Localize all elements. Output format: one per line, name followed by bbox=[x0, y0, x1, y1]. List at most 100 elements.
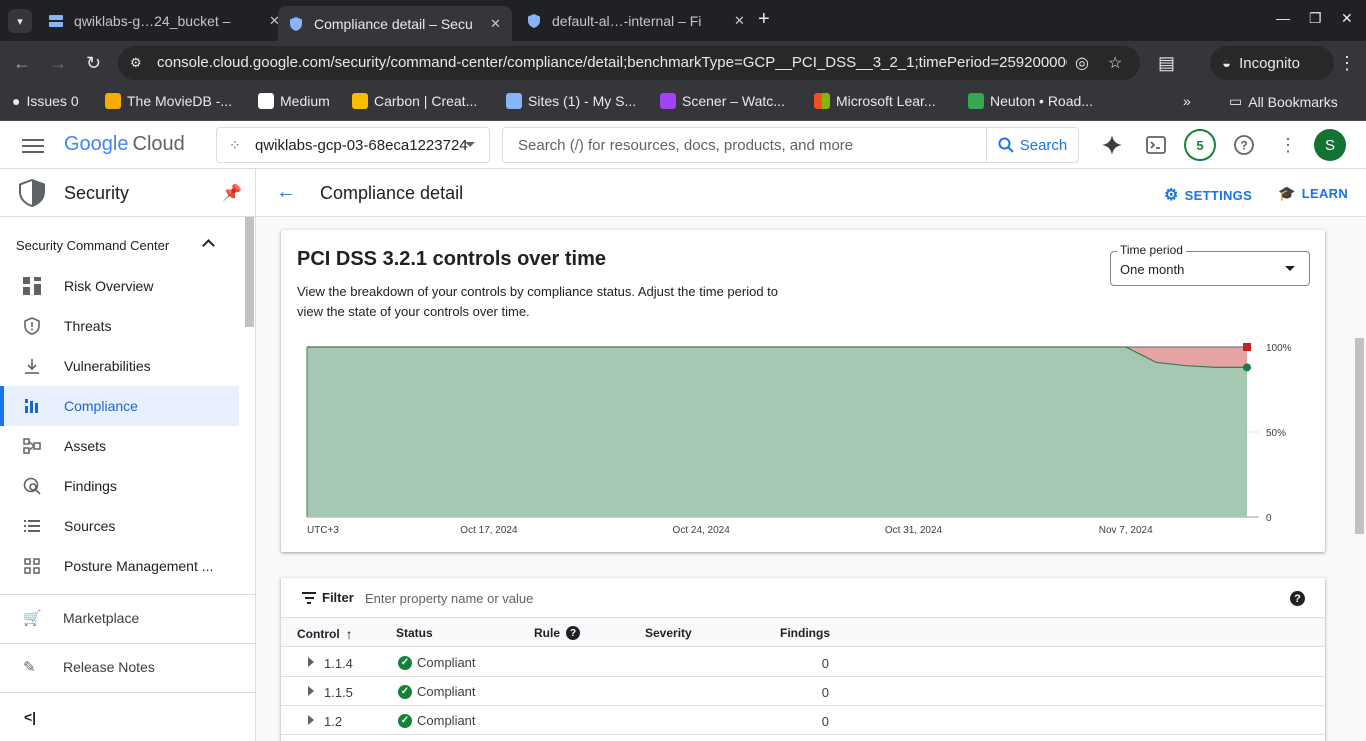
download-icon bbox=[23, 357, 41, 375]
project-icon: ⁘ bbox=[229, 136, 241, 153]
expand-arrow-icon[interactable] bbox=[308, 686, 314, 696]
compliance-area-chart[interactable]: 100% 50% 0 UTC+3 Oct 17, 2024 Oct 24, 2024 Oct… bbox=[281, 330, 1325, 552]
back-arrow-icon[interactable]: ← bbox=[276, 181, 296, 204]
security-shield-icon bbox=[19, 179, 45, 207]
sidebar-item-marketplace[interactable]: 🛒 Marketplace bbox=[0, 598, 255, 638]
table-row[interactable]: 1.1.5 ✓ Compliant 0 bbox=[281, 677, 1325, 706]
bookmark-item[interactable]: Medium bbox=[258, 93, 330, 109]
bookmark-item[interactable]: Neuton • Road... bbox=[968, 93, 1093, 109]
bookmark-item[interactable]: Microsoft Lear... bbox=[814, 93, 936, 109]
sidebar-title: Security bbox=[64, 183, 130, 203]
chevron-down-icon bbox=[465, 142, 475, 147]
column-label: Control bbox=[297, 627, 340, 641]
bookmark-item[interactable]: Sites (1) - My S... bbox=[506, 93, 636, 109]
chevron-up-icon[interactable] bbox=[202, 239, 215, 252]
sidebar-item-findings[interactable]: Findings bbox=[0, 466, 239, 506]
google-cloud-logo[interactable]: Google Cloud bbox=[64, 133, 185, 156]
table-row[interactable]: 1.1.4 ✓ Compliant 0 bbox=[281, 648, 1325, 677]
column-header-status[interactable]: Status bbox=[396, 626, 433, 640]
bookmark-item[interactable]: ● Issues 0 bbox=[12, 93, 79, 109]
help-icon[interactable]: ? bbox=[1232, 133, 1256, 157]
help-icon[interactable]: ? bbox=[566, 626, 581, 640]
findings-count: 0 bbox=[821, 685, 829, 700]
browser-menu-icon[interactable]: ⋮ bbox=[1338, 53, 1356, 74]
table-row[interactable]: 1.2 ✓ Compliant 0 bbox=[281, 706, 1325, 735]
settings-button[interactable]: ⚙ SETTINGS bbox=[1164, 185, 1252, 205]
column-header-rule[interactable]: Rule ? bbox=[534, 626, 581, 640]
menu-icon[interactable] bbox=[22, 135, 44, 155]
search-icon bbox=[998, 137, 1014, 153]
new-tab-icon[interactable]: + bbox=[758, 8, 770, 31]
bookmark-item[interactable]: Scener – Watc... bbox=[660, 93, 785, 109]
help-icon[interactable]: ? bbox=[1290, 591, 1305, 606]
sidebar-item-label: Compliance bbox=[64, 398, 138, 414]
sidebar-item-risk-overview[interactable]: Risk Overview bbox=[0, 266, 239, 306]
browser-tab-3[interactable]: default-al…-internal – Fi ✕ bbox=[516, 6, 755, 36]
close-tab-icon[interactable]: ✕ bbox=[734, 13, 745, 29]
notifications-badge[interactable]: 5 bbox=[1184, 129, 1216, 161]
sidebar-item-threats[interactable]: Threats bbox=[0, 306, 239, 346]
forward-icon[interactable]: → bbox=[49, 53, 67, 74]
folder-icon: ▭ bbox=[1229, 93, 1243, 109]
star-icon[interactable]: ☆ bbox=[1108, 53, 1122, 73]
bookmark-label: Issues 0 bbox=[26, 93, 79, 109]
sidebar-scrollbar[interactable] bbox=[245, 217, 254, 327]
project-selector[interactable]: ⁘ qwiklabs-gcp-03-68eca1223724 bbox=[216, 127, 490, 163]
back-icon[interactable]: ← bbox=[13, 53, 31, 74]
address-bar[interactable]: ⚙ console.cloud.google.com/security/comm… bbox=[118, 46, 1140, 80]
site-info-icon[interactable]: ⚙ bbox=[130, 55, 146, 71]
gemini-icon[interactable] bbox=[1100, 133, 1124, 157]
bookmarks-overflow-icon[interactable]: » bbox=[1183, 93, 1191, 109]
minimize-icon[interactable]: — bbox=[1276, 10, 1290, 26]
incognito-indicator[interactable]: ◒ Incognito bbox=[1210, 46, 1334, 80]
expand-arrow-icon[interactable] bbox=[308, 657, 314, 667]
bookmark-label: Carbon | Creat... bbox=[374, 93, 478, 109]
logo-cloud-text: Cloud bbox=[132, 133, 185, 155]
column-header-control[interactable]: Control ↑ bbox=[297, 626, 353, 642]
series-end-marker-compliant bbox=[1243, 363, 1251, 372]
filter-icon[interactable] bbox=[302, 592, 316, 607]
search-input[interactable] bbox=[503, 128, 987, 162]
sidebar-item-assets[interactable]: Assets bbox=[0, 426, 239, 466]
close-window-icon[interactable]: ✕ bbox=[1341, 10, 1353, 27]
expand-arrow-icon[interactable] bbox=[308, 715, 314, 725]
column-header-severity[interactable]: Severity bbox=[645, 626, 692, 640]
browser-tab-2[interactable]: Compliance detail – Secu ✕ bbox=[278, 6, 512, 41]
learn-button[interactable]: 🎓 LEARN bbox=[1278, 185, 1348, 202]
avatar-letter: S bbox=[1324, 136, 1335, 154]
bookmark-item[interactable]: Carbon | Creat... bbox=[352, 93, 477, 109]
tab-search-menu[interactable]: ▾ bbox=[8, 9, 32, 33]
sidebar-item-release-notes[interactable]: ✎ Release Notes bbox=[0, 647, 255, 687]
main-scrollbar[interactable] bbox=[1355, 338, 1364, 534]
sidebar: Security 📌 Security Command Center Risk … bbox=[0, 169, 256, 741]
collapse-sidebar-icon[interactable]: <| bbox=[24, 709, 36, 725]
filter-input[interactable] bbox=[365, 586, 865, 610]
bookmark-item[interactable]: The MovieDB -... bbox=[105, 93, 232, 109]
reading-list-icon[interactable]: ▤ bbox=[1158, 53, 1175, 74]
browser-tab-1[interactable]: qwiklabs-g…24_bucket – ✕ bbox=[38, 6, 290, 36]
search-button[interactable]: Search bbox=[986, 128, 1078, 162]
all-bookmarks[interactable]: ▭ All Bookmarks bbox=[1229, 93, 1338, 110]
cloud-shell-icon[interactable] bbox=[1144, 133, 1168, 157]
sidebar-section-header[interactable]: Security Command Center bbox=[16, 238, 169, 253]
more-vert-icon[interactable]: ⋮ bbox=[1276, 133, 1300, 157]
medium-icon bbox=[258, 93, 274, 109]
x-tick-label: Nov 7, 2024 bbox=[1099, 525, 1153, 536]
sidebar-item-vulnerabilities[interactable]: Vulnerabilities bbox=[0, 346, 239, 386]
maximize-icon[interactable]: ❐ bbox=[1309, 10, 1322, 27]
avatar[interactable]: S bbox=[1314, 129, 1346, 161]
sidebar-item-sources[interactable]: Sources bbox=[0, 506, 239, 546]
close-tab-icon[interactable]: ✕ bbox=[490, 16, 501, 32]
microsoft-icon bbox=[814, 93, 830, 109]
time-period-select[interactable]: Time period One month bbox=[1110, 243, 1310, 286]
sidebar-item-posture-management[interactable]: Posture Management ... bbox=[0, 546, 239, 586]
eye-off-icon[interactable]: ◎ bbox=[1075, 53, 1089, 73]
console-header: Google Cloud ⁘ qwiklabs-gcp-03-68eca12237… bbox=[0, 121, 1366, 169]
main-content: PCI DSS 3.2.1 controls over time View th… bbox=[256, 218, 1366, 741]
sidebar-item-label: Threats bbox=[64, 318, 112, 334]
sidebar-item-compliance[interactable]: Compliance bbox=[0, 386, 239, 426]
search-box: Search bbox=[502, 127, 1079, 163]
column-header-findings[interactable]: Findings bbox=[780, 626, 830, 640]
reload-icon[interactable]: ↻ bbox=[86, 53, 101, 74]
pin-icon[interactable]: 📌 bbox=[222, 183, 242, 203]
